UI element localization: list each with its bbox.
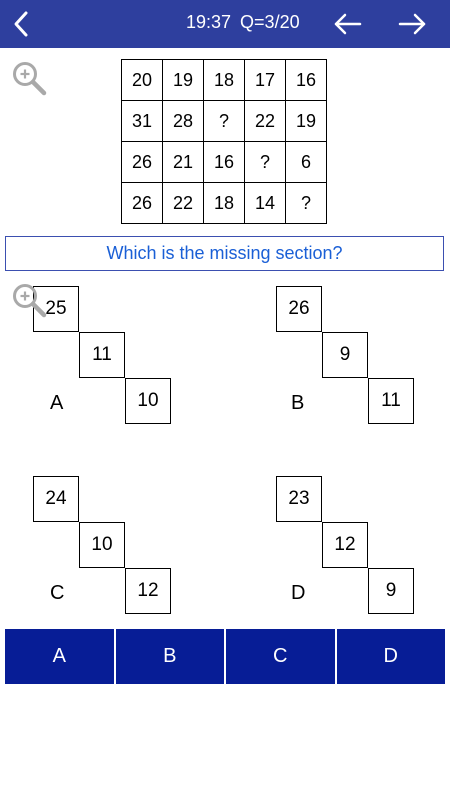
option-c-letter: C	[50, 582, 65, 604]
option-a-cell-2: 11	[79, 332, 125, 378]
grid-cell: 21	[162, 141, 204, 183]
zoom-options-button[interactable]	[11, 282, 49, 320]
previous-question-button[interactable]	[330, 6, 366, 42]
option-d-cell-2: 12	[322, 522, 368, 568]
grid-cell: 26	[121, 182, 163, 224]
option-d-cell-1: 23	[276, 476, 322, 522]
grid-cell: 28	[162, 100, 204, 142]
option-b-cell-2: 9	[322, 332, 368, 378]
grid-cell: 14	[244, 182, 286, 224]
grid-cell: 6	[285, 141, 327, 183]
answer-button-c[interactable]: C	[226, 629, 335, 684]
option-c-cell-2: 10	[79, 522, 125, 568]
back-button[interactable]	[4, 4, 40, 44]
grid-cell: 16	[203, 141, 245, 183]
zoom-in-icon	[13, 62, 47, 96]
grid-cell: 22	[244, 100, 286, 142]
arrow-left-icon	[334, 13, 362, 35]
answer-button-b[interactable]: B	[115, 629, 224, 684]
grid-cell: 18	[203, 59, 245, 101]
next-question-button[interactable]	[394, 6, 430, 42]
option-b-letter: B	[291, 392, 305, 414]
zoom-in-icon	[13, 284, 47, 318]
top-bar: 19:37 Q=3/20	[0, 0, 450, 48]
grid-cell: 16	[285, 59, 327, 101]
option-d-cell-3: 9	[368, 568, 414, 614]
arrow-right-icon	[398, 13, 426, 35]
grid-cell: 19	[162, 59, 204, 101]
grid-row: 26 21 16? 6	[121, 141, 327, 183]
clock-time: 19:37	[186, 12, 232, 32]
answer-button-a[interactable]: A	[5, 629, 114, 684]
zoom-puzzle-button[interactable]	[11, 60, 49, 98]
option-a-cell-3: 10	[125, 378, 171, 424]
grid-cell: 19	[285, 100, 327, 142]
question-counter: Q=3/20	[240, 12, 300, 32]
chevron-left-icon	[14, 11, 28, 37]
grid-cell: 20	[121, 59, 163, 101]
option-b-cell-1: 26	[276, 286, 322, 332]
answer-bar: A B C D	[5, 629, 445, 684]
question-text: Which is the missing section?	[5, 236, 444, 271]
grid-row: 31 28? 22 19	[121, 100, 327, 142]
grid-cell: ?	[285, 182, 327, 224]
grid-cell: 22	[162, 182, 204, 224]
grid-cell: 18	[203, 182, 245, 224]
option-c-cell-3: 12	[125, 568, 171, 614]
grid-row: 26 22 18 14?	[121, 182, 327, 224]
grid-row: 20 19 18 17 16	[121, 59, 327, 101]
status-text: 19:37 Q=3/20	[186, 12, 300, 33]
grid-cell: 26	[121, 141, 163, 183]
option-d-letter: D	[291, 582, 306, 604]
puzzle-grid: 20 19 18 17 16 31 28? 22 19 26 21 16? 6 26 22 18 14?	[121, 59, 327, 224]
option-c-cell-1: 24	[33, 476, 79, 522]
grid-cell: 17	[244, 59, 286, 101]
option-a-letter: A	[50, 392, 64, 414]
grid-cell: 31	[121, 100, 163, 142]
grid-cell: ?	[203, 100, 245, 142]
grid-cell: ?	[244, 141, 286, 183]
answer-button-d[interactable]: D	[336, 629, 445, 684]
option-b-cell-3: 11	[368, 378, 414, 424]
